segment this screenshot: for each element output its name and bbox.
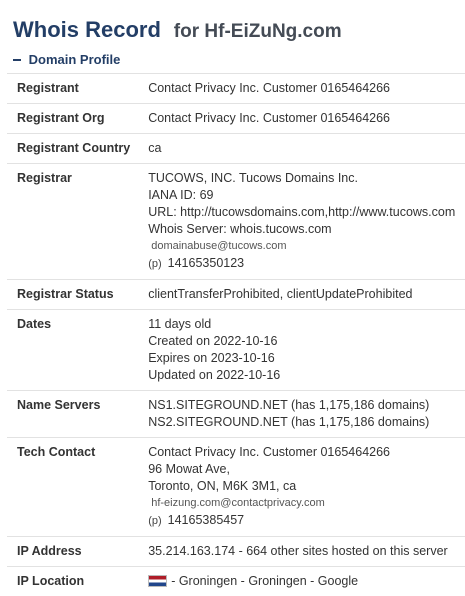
row-value: clientTransferProhibited, clientUpdatePr… (138, 280, 465, 310)
row-value: Contact Privacy Inc. Customer 0165464266… (138, 438, 465, 537)
registrant-value: Contact Privacy Inc. Customer 0165464266 (148, 81, 390, 95)
page-title: Whois Record for Hf-EiZuNg.com (13, 8, 342, 45)
registrar-name: TUCOWS, INC. Tucows Domains Inc. (148, 170, 457, 187)
created-date: Created on 2022-10-16 (148, 333, 457, 350)
page-title-main: Whois Record (13, 17, 161, 42)
section-title: Domain Profile (29, 52, 121, 67)
row-label: Registrant Country (7, 134, 138, 164)
registrant-country-value: ca (148, 141, 161, 155)
tech-contact-name: Contact Privacy Inc. Customer 0165464266 (148, 444, 457, 461)
registrar-phone: (p) 14165350123 (148, 255, 457, 273)
table-row: Registrar TUCOWS, INC. Tucows Domains In… (7, 164, 465, 280)
ip-address-value[interactable]: 35.214.163.174 - 664 other sites hosted … (148, 544, 448, 558)
table-row: IP Location - Groningen - Groningen - Go… (7, 567, 465, 596)
expires-date: Expires on 2023-10-16 (148, 350, 457, 367)
registrar-iana: IANA ID: 69 (148, 187, 457, 204)
row-value: ca (138, 134, 465, 164)
tech-contact-email: hf-eizung.com@contactprivacy.com (148, 495, 457, 512)
table-row: Dates 11 days old Created on 2022-10-16 … (7, 310, 465, 391)
domain-profile-table: Registrant Contact Privacy Inc. Customer… (7, 73, 465, 596)
page-title-domain: for Hf-EiZuNg.com (174, 21, 342, 42)
row-label: Registrar Status (7, 280, 138, 310)
table-row: Registrant Country ca (7, 134, 465, 164)
name-server-1[interactable]: NS1.SITEGROUND.NET (has 1,175,186 domain… (148, 397, 457, 414)
ip-location-value: - Groningen - Groningen - Google (171, 574, 358, 588)
row-value: NS1.SITEGROUND.NET (has 1,175,186 domain… (138, 391, 465, 438)
table-row: Name Servers NS1.SITEGROUND.NET (has 1,1… (7, 391, 465, 438)
registrar-url[interactable]: URL: http://tucowsdomains.com,http://www… (148, 204, 457, 221)
whois-page: Whois Record for Hf-EiZuNg.com Domain Pr… (0, 0, 465, 567)
row-label: Registrar (7, 164, 138, 280)
domain-age: 11 days old (148, 316, 457, 333)
table-row: Registrar Status clientTransferProhibite… (7, 280, 465, 310)
name-server-2[interactable]: NS2.SITEGROUND.NET (has 1,175,186 domain… (148, 414, 457, 431)
row-label: IP Location (7, 567, 138, 596)
table-row: Registrant Contact Privacy Inc. Customer… (7, 74, 465, 104)
registrar-whois-server: Whois Server: whois.tucows.com (148, 221, 457, 238)
collapse-icon[interactable] (13, 59, 21, 61)
updated-date: Updated on 2022-10-16 (148, 367, 457, 384)
tech-contact-street: 96 Mowat Ave, (148, 461, 457, 478)
row-value: 11 days old Created on 2022-10-16 Expire… (138, 310, 465, 391)
phone-icon: (p) (148, 258, 161, 270)
row-label: Name Servers (7, 391, 138, 438)
row-value: TUCOWS, INC. Tucows Domains Inc. IANA ID… (138, 164, 465, 280)
table-row: Registrant Org Contact Privacy Inc. Cust… (7, 104, 465, 134)
row-value: 35.214.163.174 - 664 other sites hosted … (138, 537, 465, 567)
tech-contact-phone: (p) 14165385457 (148, 512, 457, 530)
row-value: Contact Privacy Inc. Customer 0165464266 (138, 104, 465, 134)
row-value: Contact Privacy Inc. Customer 0165464266 (138, 74, 465, 104)
table-row: Tech Contact Contact Privacy Inc. Custom… (7, 438, 465, 537)
row-label: Dates (7, 310, 138, 391)
row-value: - Groningen - Groningen - Google (138, 567, 465, 596)
tech-contact-city: Toronto, ON, M6K 3M1, ca (148, 478, 457, 495)
registrant-org-value: Contact Privacy Inc. Customer 0165464266 (148, 111, 390, 125)
row-label: Registrant Org (7, 104, 138, 134)
domain-profile-toggle[interactable]: Domain Profile (13, 52, 120, 67)
registrar-phone-number: 14165350123 (168, 256, 244, 270)
table-row: IP Address 35.214.163.174 - 664 other si… (7, 537, 465, 567)
netherlands-flag-icon (148, 575, 167, 587)
tech-contact-phone-number: 14165385457 (168, 513, 244, 527)
phone-icon: (p) (148, 515, 161, 527)
row-label: Registrant (7, 74, 138, 104)
registrar-status-value: clientTransferProhibited, clientUpdatePr… (148, 287, 412, 301)
row-label: IP Address (7, 537, 138, 567)
row-label: Tech Contact (7, 438, 138, 537)
registrar-email: domainabuse@tucows.com (148, 238, 457, 255)
